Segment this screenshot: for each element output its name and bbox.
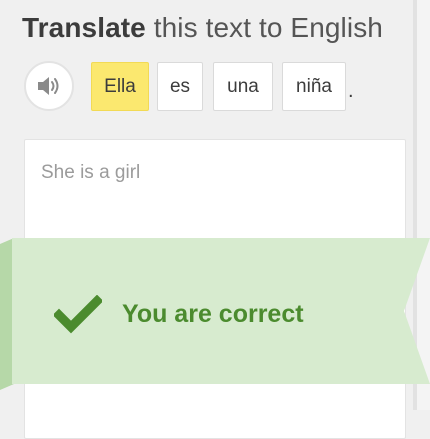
prompt-rest: this text to English — [145, 12, 383, 43]
sentence-punctuation: . — [348, 80, 354, 102]
answer-text: She is a girl — [41, 162, 141, 183]
speaker-icon — [38, 77, 59, 95]
word-token-una[interactable]: una — [213, 62, 273, 111]
word-token-nina[interactable]: niña — [282, 62, 346, 111]
checkmark-icon — [54, 295, 102, 334]
play-audio-button[interactable] — [24, 61, 74, 111]
challenge-prompt: Translate this text to English — [22, 12, 383, 44]
prompt-verb: Translate — [22, 12, 146, 43]
word-token-es[interactable]: es — [157, 62, 203, 111]
feedback-message: You are correct — [122, 300, 304, 328]
word-token-ella[interactable]: Ella — [91, 62, 149, 111]
